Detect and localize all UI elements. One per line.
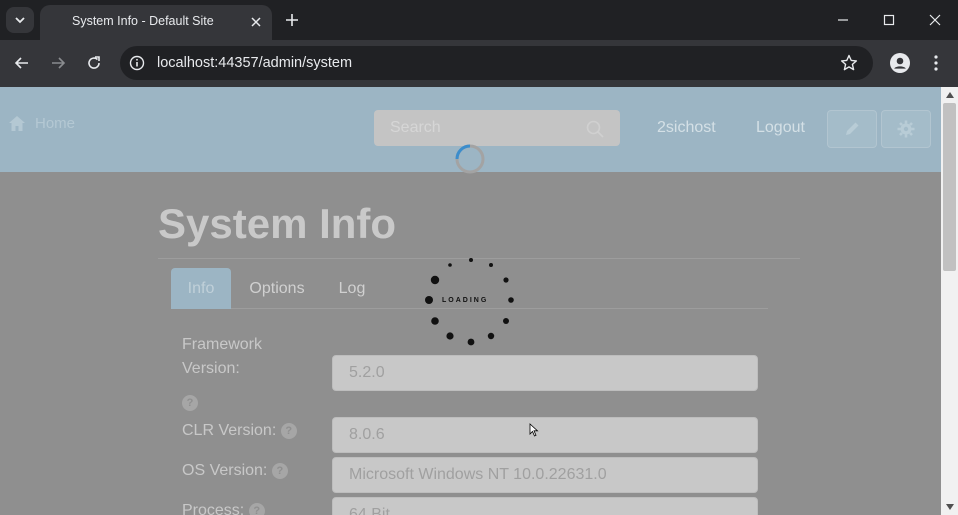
profile-button[interactable] xyxy=(888,51,912,75)
home-icon xyxy=(9,116,25,131)
star-icon xyxy=(840,54,858,71)
clr-version-field[interactable]: 8.0.6 xyxy=(332,417,758,453)
search-box[interactable]: Search xyxy=(374,110,620,146)
forward-button[interactable] xyxy=(46,51,70,75)
tab-close-button[interactable] xyxy=(247,13,265,31)
reload-icon xyxy=(88,56,100,69)
page-title: System Info xyxy=(158,200,397,247)
mouse-cursor-icon xyxy=(529,423,539,437)
process-label: Process: ? xyxy=(182,499,265,515)
scrollbar-thumb[interactable] xyxy=(943,103,956,271)
help-icon[interactable]: ? xyxy=(248,502,265,515)
search-button[interactable] xyxy=(585,119,605,139)
minimize-button[interactable] xyxy=(830,8,856,32)
chevron-down-icon xyxy=(15,17,25,24)
browser-tab-active[interactable]: System Info - Default Site xyxy=(40,5,272,40)
plus-icon xyxy=(286,14,298,26)
page-viewport: Home Search 2sichost Logout System Info … xyxy=(0,87,941,515)
triangle-down-icon xyxy=(945,504,954,510)
clr-version-label: CLR Version: ? xyxy=(182,419,297,443)
minimize-icon xyxy=(838,19,848,21)
gear-icon xyxy=(897,120,915,138)
address-bar[interactable]: localhost:44357/admin/system xyxy=(120,46,873,80)
os-version-label: OS Version: ? xyxy=(182,459,288,483)
spinner-icon xyxy=(455,144,485,174)
framework-version-field[interactable]: 5.2.0 xyxy=(332,355,758,391)
browser-tab-strip: System Info - Default Site xyxy=(0,0,958,40)
pencil-icon xyxy=(846,122,859,135)
scroll-down-button[interactable] xyxy=(941,499,958,515)
bookmark-button[interactable] xyxy=(839,53,859,73)
tab-options[interactable]: Options xyxy=(241,268,313,309)
tab-info[interactable]: Info xyxy=(171,268,231,309)
process-field[interactable]: 64 Bit xyxy=(332,497,758,515)
new-tab-button[interactable] xyxy=(282,10,302,30)
page-scrollbar[interactable] xyxy=(941,87,958,515)
browser-menu-button[interactable] xyxy=(928,51,944,75)
search-input[interactable]: Search xyxy=(390,119,441,137)
help-icon[interactable]: ? xyxy=(280,422,297,439)
site-info-button[interactable] xyxy=(128,54,146,72)
back-button[interactable] xyxy=(10,51,34,75)
tab-title: System Info - Default Site xyxy=(72,14,214,28)
framework-version-value: 5.2.0 xyxy=(349,364,385,381)
search-icon xyxy=(586,120,604,138)
profile-icon xyxy=(890,53,910,73)
process-value: 64 Bit xyxy=(349,506,390,515)
home-link[interactable]: Home xyxy=(8,115,75,132)
tab-log[interactable]: Log xyxy=(327,268,377,309)
help-icon[interactable]: ? xyxy=(182,394,198,411)
framework-version-label: Framework Version: ? xyxy=(182,336,263,411)
back-icon xyxy=(14,57,28,69)
os-version-field[interactable]: Microsoft Windows NT 10.0.22631.0 xyxy=(332,457,758,493)
site-info-icon xyxy=(129,55,145,71)
tab-search-button[interactable] xyxy=(6,7,34,33)
close-icon xyxy=(929,14,941,26)
browser-toolbar: localhost:44357/admin/system xyxy=(0,40,958,87)
more-icon xyxy=(934,55,938,71)
triangle-up-icon xyxy=(945,92,954,98)
url-text[interactable]: localhost:44357/admin/system xyxy=(157,55,352,71)
scroll-up-button[interactable] xyxy=(941,87,958,103)
maximize-icon xyxy=(883,14,895,26)
close-window-button[interactable] xyxy=(922,8,948,32)
clr-version-value: 8.0.6 xyxy=(349,426,385,443)
os-version-value: Microsoft Windows NT 10.0.22631.0 xyxy=(349,466,607,483)
maximize-button[interactable] xyxy=(876,8,902,32)
settings-button[interactable] xyxy=(881,110,931,148)
close-icon xyxy=(251,17,261,27)
loading-text: LOADING xyxy=(442,297,489,304)
forward-icon xyxy=(52,57,66,69)
help-icon[interactable]: ? xyxy=(271,462,288,479)
logout-link[interactable]: Logout xyxy=(756,119,805,137)
home-label: Home xyxy=(35,115,76,132)
edit-mode-button[interactable] xyxy=(827,110,877,148)
user-link[interactable]: 2sichost xyxy=(657,119,716,137)
reload-button[interactable] xyxy=(82,51,106,75)
